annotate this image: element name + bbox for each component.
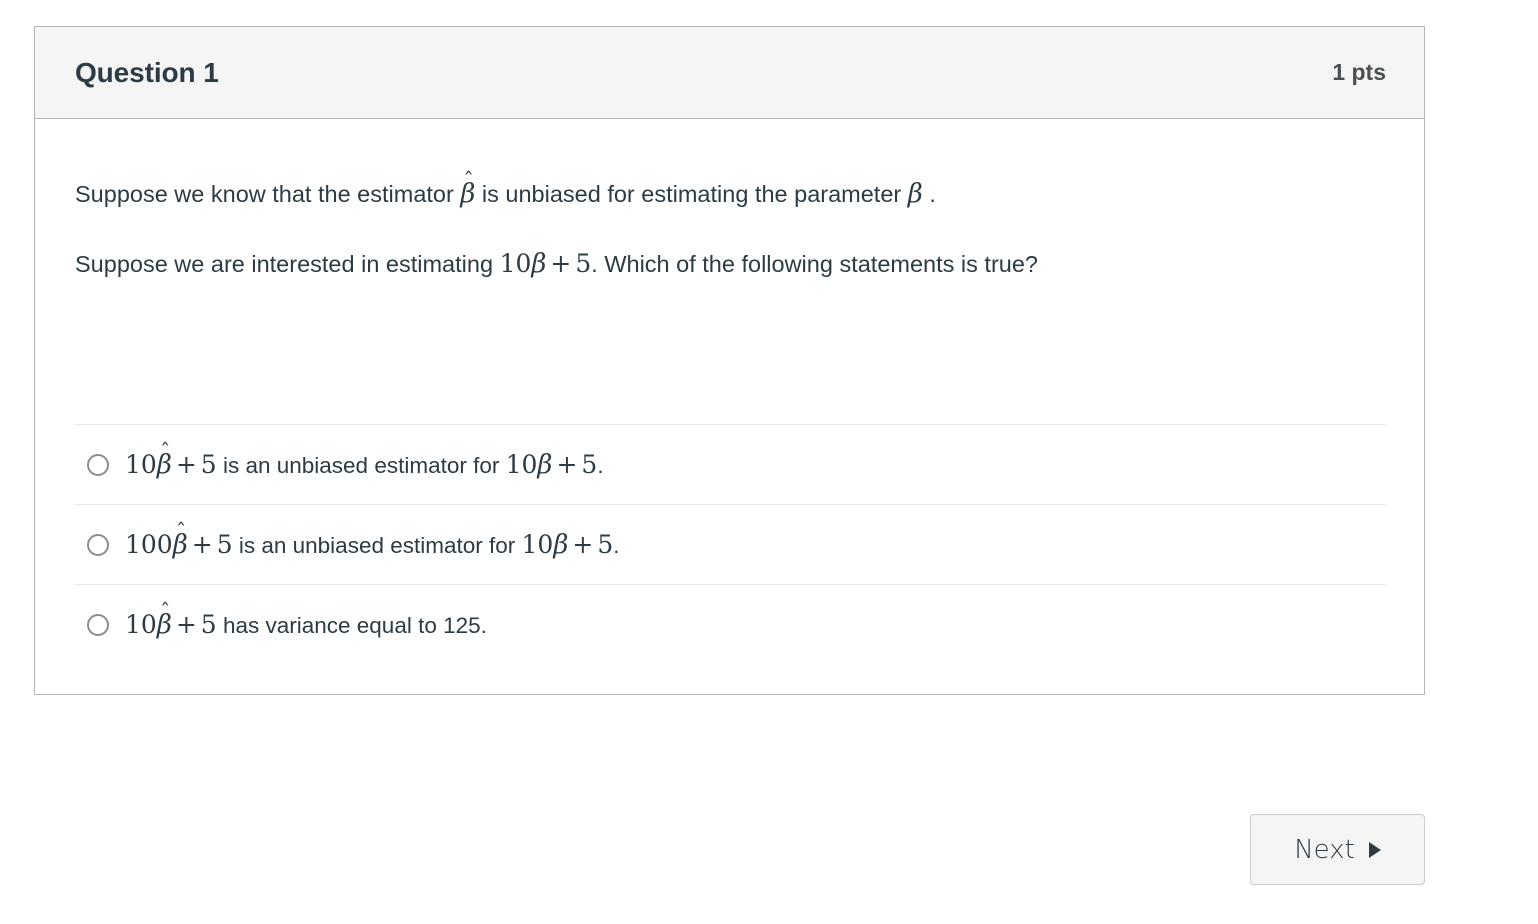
coefficient-10: 10 xyxy=(499,249,532,278)
prompt-line-1-text-b: is unbiased for estimating the parameter xyxy=(475,181,908,207)
constant-5: 5 xyxy=(575,249,592,278)
constant-term: 5 xyxy=(216,529,233,559)
answer-option-2-label: 100 ˆ β +5 is an unbiased estimator for 10β… xyxy=(125,521,620,560)
prompt-line-1-text-c: . xyxy=(922,181,936,207)
plus-operator: + xyxy=(175,609,197,639)
hat-accent-icon: ˆ xyxy=(463,168,474,193)
beta-hat-symbol: ˆβ xyxy=(157,601,172,638)
answer-middle-text: is an unbiased estimator for xyxy=(216,452,506,478)
coefficient-parameter: 10 xyxy=(521,529,554,559)
question-body: Suppose we know that the estimator ˆβ is… xyxy=(35,119,1424,694)
question-prompt: Suppose we know that the estimator ˆβ is… xyxy=(75,119,1386,321)
coefficient-parameter: 10 xyxy=(505,449,538,479)
answer-option-1-label: 10 ˆ β +5 is an unbiased estimator for 10β +… xyxy=(125,441,604,480)
answer-middle-text: has variance equal to 125. xyxy=(216,612,487,638)
constant-term: 5 xyxy=(597,529,614,559)
question-header: Question 1 1 pts xyxy=(35,27,1424,119)
prompt-line-2: Suppose we are interested in estimating … xyxy=(75,251,1386,321)
beta-hat-symbol: ˆβ xyxy=(460,170,475,207)
constant-term: 5 xyxy=(581,449,598,479)
answer-list: 10 ˆ β +5 is an unbiased estimator for 10β +… xyxy=(75,424,1386,694)
plus-operator: + xyxy=(191,529,213,559)
plus-operator: + xyxy=(572,529,594,559)
triangle-right-icon xyxy=(1368,841,1381,858)
constant-term: 5 xyxy=(200,449,217,479)
coefficient-estimator: 10 xyxy=(125,609,157,639)
hat-accent-icon: ˆ xyxy=(160,438,171,463)
coefficient-estimator: 100 xyxy=(125,529,173,559)
coefficient-estimator: 10 xyxy=(125,449,157,479)
plus-operator: + xyxy=(550,249,572,278)
question-card: Question 1 1 pts Suppose we know that th… xyxy=(34,26,1425,695)
radio-button-3[interactable] xyxy=(87,613,109,636)
beta-hat-symbol: ˆβ xyxy=(157,441,172,478)
beta-symbol: β xyxy=(553,529,569,560)
prompt-line-1-text-a: Suppose we know that the estimator xyxy=(75,181,461,207)
beta-hat-symbol: ˆβ xyxy=(173,521,188,558)
radio-button-2[interactable] xyxy=(87,533,109,556)
prompt-line-2-text-b: . Which of the following statements is t… xyxy=(591,251,1038,277)
quiz-page: Question 1 1 pts Suppose we know that th… xyxy=(0,0,1538,924)
beta-symbol: β xyxy=(537,449,553,480)
answer-option-2[interactable]: 100 ˆ β +5 is an unbiased estimator for 10β… xyxy=(75,504,1386,584)
hat-accent-icon: ˆ xyxy=(175,518,187,543)
hat-accent-icon: ˆ xyxy=(160,598,171,623)
answer-option-3-label: 10 ˆ β +5 has variance equal to 125. xyxy=(125,601,487,639)
plus-operator: + xyxy=(556,449,578,479)
prompt-line-2-text-a: Suppose we are interested in estimating xyxy=(75,251,500,277)
radio-button-1[interactable] xyxy=(87,453,109,476)
plus-operator: + xyxy=(175,449,197,479)
next-button-label: Next xyxy=(1294,834,1355,865)
answer-trailing: . xyxy=(613,532,620,558)
answer-option-3[interactable]: 10 ˆ β +5 has variance equal to 125. xyxy=(75,584,1386,664)
next-button[interactable]: Next xyxy=(1250,814,1425,885)
beta-symbol: β xyxy=(907,179,923,209)
answer-trailing: . xyxy=(597,452,604,478)
beta-symbol: β xyxy=(531,249,547,279)
page-title: Question 1 xyxy=(75,56,219,88)
constant-term: 5 xyxy=(200,609,217,639)
answer-middle-text: is an unbiased estimator for xyxy=(232,532,522,558)
question-points-badge: 1 pts xyxy=(1332,59,1386,85)
answer-option-1[interactable]: 10 ˆ β +5 is an unbiased estimator for 10β +… xyxy=(75,424,1386,504)
quiz-footer: Next xyxy=(34,814,1425,885)
prompt-line-1: Suppose we know that the estimator ˆβ is… xyxy=(75,170,1386,251)
